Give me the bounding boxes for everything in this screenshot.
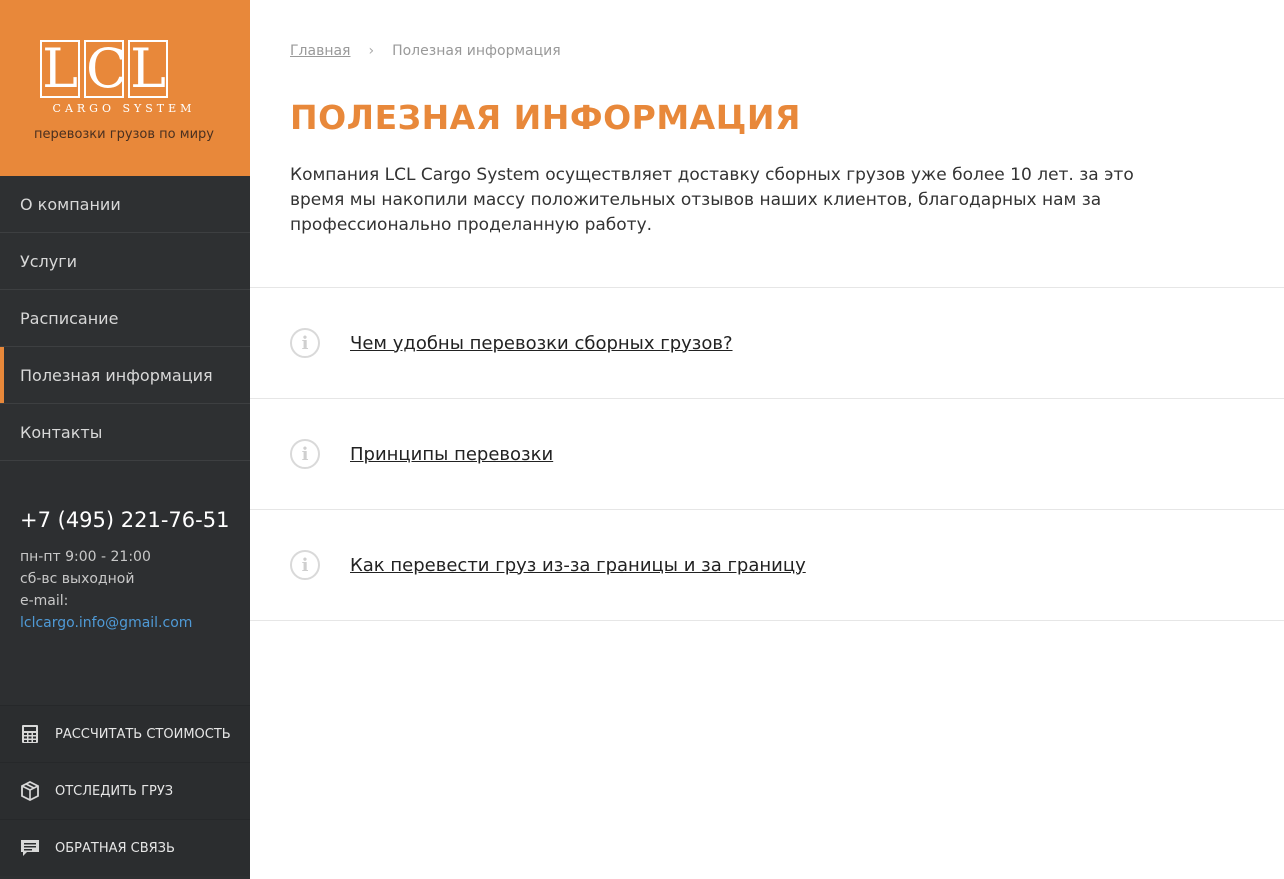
faq-link-benefits[interactable]: Чем удобны перевозки сборных грузов? — [350, 333, 733, 354]
sidebar: L C L CARGO SYSTEM перевозки грузов по м… — [0, 0, 250, 879]
info-icon: i — [290, 550, 320, 580]
faq-list: i Чем удобны перевозки сборных грузов? i… — [250, 287, 1284, 621]
track-cargo-label: ОТСЛЕДИТЬ ГРУЗ — [55, 783, 174, 799]
logo-mark: L C L — [40, 40, 168, 98]
calculator-icon — [20, 724, 40, 744]
hours-weekdays: пн-пт 9:00 - 21:00 — [20, 549, 151, 565]
faq-item: i Принципы перевозки — [250, 399, 1284, 510]
logo-letter: L — [128, 40, 168, 98]
logo-subtitle: CARGO SYSTEM — [52, 102, 196, 115]
breadcrumb: Главная › Полезная информация — [290, 43, 561, 59]
info-icon: i — [290, 328, 320, 358]
logo-tagline: перевозки грузов по миру — [34, 127, 214, 142]
faq-link-international[interactable]: Как перевести груз из-за границы и за гр… — [350, 555, 806, 576]
faq-item: i Чем удобны перевозки сборных грузов? — [250, 288, 1284, 399]
calculate-cost-label: РАССЧИТАТЬ СТОИМОСТЬ — [55, 726, 231, 742]
hours-weekend: сб-вс выходной — [20, 571, 135, 587]
breadcrumb-home-link[interactable]: Главная — [290, 43, 350, 59]
email-link[interactable]: lclcargo.info@gmail.com — [20, 612, 229, 634]
nav-item-services[interactable]: Услуги — [0, 233, 250, 290]
chat-icon — [20, 838, 40, 858]
logo[interactable]: L C L CARGO SYSTEM перевозки грузов по м… — [0, 0, 250, 176]
main-content: Главная › Полезная информация ПОЛЕЗНАЯ И… — [250, 0, 1284, 879]
package-icon — [20, 781, 40, 801]
breadcrumb-separator: › — [368, 43, 375, 59]
feedback-button[interactable]: ОБРАТНАЯ СВЯЗЬ — [0, 819, 250, 876]
info-icon: i — [290, 439, 320, 469]
calculate-cost-button[interactable]: РАССЧИТАТЬ СТОИМОСТЬ — [0, 705, 250, 762]
email-label: e-mail: — [20, 593, 69, 609]
action-list: РАССЧИТАТЬ СТОИМОСТЬ ОТСЛЕДИТЬ ГРУЗ ОБРА… — [0, 705, 250, 876]
faq-item: i Как перевести груз из-за границы и за … — [250, 510, 1284, 621]
feedback-label: ОБРАТНАЯ СВЯЗЬ — [55, 840, 175, 856]
nav-item-about[interactable]: О компании — [0, 176, 250, 233]
nav-item-useful-info[interactable]: Полезная информация — [0, 347, 250, 404]
contact-block: +7 (495) 221-76-51 пн-пт 9:00 - 21:00 сб… — [20, 508, 229, 634]
phone-number[interactable]: +7 (495) 221-76-51 — [20, 508, 229, 532]
page-title: ПОЛЕЗНАЯ ИНФОРМАЦИЯ — [290, 98, 801, 137]
nav-item-schedule[interactable]: Расписание — [0, 290, 250, 347]
nav-item-contacts[interactable]: Контакты — [0, 404, 250, 461]
intro-text: Компания LCL Cargo System осуществляет д… — [290, 165, 1134, 235]
logo-letter: L — [40, 40, 80, 98]
main-nav: О компании Услуги Расписание Полезная ин… — [0, 176, 250, 461]
logo-letter: C — [84, 37, 128, 100]
track-cargo-button[interactable]: ОТСЛЕДИТЬ ГРУЗ — [0, 762, 250, 819]
breadcrumb-current: Полезная информация — [392, 43, 561, 59]
faq-link-principles[interactable]: Принципы перевозки — [350, 444, 553, 465]
